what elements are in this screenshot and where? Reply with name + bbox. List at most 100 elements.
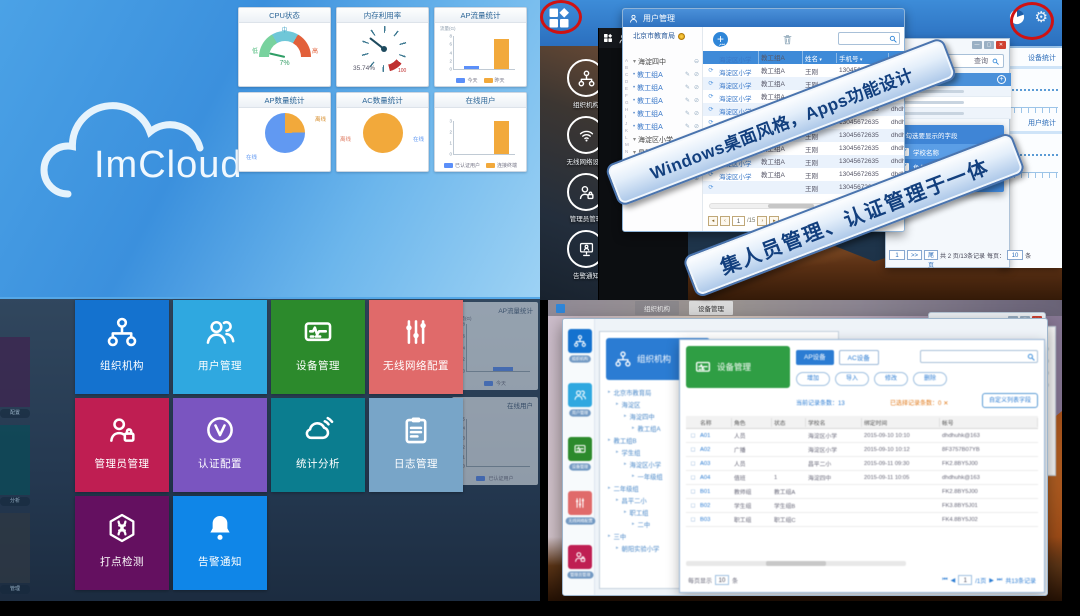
clear-icon[interactable]: ✕ <box>943 401 948 407</box>
toolbar-button[interactable]: 删除 <box>913 372 947 386</box>
next-page-button[interactable]: >> <box>907 250 922 260</box>
tile-bell[interactable]: 告警通知 <box>173 496 267 590</box>
last-page-button[interactable]: 尾页 <box>924 250 938 260</box>
table-row[interactable]: ◻A02广播海淀区小学2015-09-10 10:128F3757B07YB <box>686 443 1038 457</box>
row-checkbox[interactable]: ◻ <box>686 433 698 439</box>
table-row[interactable]: ◻A01人员海淀区小学2015-09-10 10:10dhdhuhk@163 <box>686 429 1038 443</box>
table-cell: 2015-09-10 10:10 <box>862 433 940 439</box>
toolbar-button[interactable]: 修改 <box>874 372 908 386</box>
panel-header-device[interactable]: 设备管理 <box>686 346 790 388</box>
tree-node[interactable]: •教工组A✎⊘ <box>633 68 702 81</box>
sidebar-item-device[interactable]: 设备管理 <box>566 437 594 471</box>
search-input[interactable] <box>838 32 900 45</box>
expander-icon[interactable]: ▾ <box>633 136 636 143</box>
row-icon[interactable]: ⟳ <box>703 67 717 74</box>
tile-cloudsignal[interactable]: 统计分析 <box>271 398 365 492</box>
sidebar-item-users[interactable]: 用户管理 <box>566 383 594 417</box>
column-header[interactable]: 名称 <box>698 418 732 427</box>
customize-columns-button[interactable]: 自定义列表字段 <box>982 393 1038 408</box>
search-icon[interactable] <box>991 57 1000 66</box>
tree-root[interactable]: 北京市教育局 <box>623 27 702 44</box>
first-page-button[interactable]: ◂ <box>708 216 718 226</box>
tile-device[interactable]: 设备管理 <box>271 300 365 394</box>
minimize-button[interactable]: — <box>972 41 982 49</box>
row-checkbox[interactable]: ◻ <box>686 489 698 495</box>
column-header[interactable]: 帐号 <box>940 418 1038 427</box>
per-page-control: 每页显示 10 条 <box>688 575 738 585</box>
tile-admin[interactable]: 管理员管理 <box>75 398 169 492</box>
close-button[interactable]: ✕ <box>996 41 1006 49</box>
edit-icon[interactable]: ✎ <box>685 110 690 117</box>
table-row[interactable]: ◻B02学生组学生组BFK3.8BY5J01 <box>686 499 1038 513</box>
column-header[interactable]: 绑定时间 <box>862 418 940 427</box>
add-column-icon[interactable]: + <box>997 75 1006 84</box>
wifi-icon <box>577 126 596 145</box>
table-cell: FK2.8BY5J00 <box>940 489 1038 495</box>
org-icon <box>105 315 139 349</box>
tile-dna[interactable]: 打点检测 <box>75 496 169 590</box>
maximize-button[interactable]: ▢ <box>984 41 994 49</box>
edit-icon[interactable]: ✎ <box>685 123 690 130</box>
sidebar-label: 组织机构 <box>569 355 591 362</box>
row-icon[interactable]: ⟳ <box>703 80 717 87</box>
toolbar-button[interactable]: 导入 <box>835 372 869 386</box>
sidebar-item-org[interactable]: 组织机构 <box>566 329 594 363</box>
column-header[interactable]: 学校名 <box>806 418 862 427</box>
tile-users[interactable]: 用户管理 <box>173 300 267 394</box>
disable-icon[interactable]: ⊘ <box>694 71 699 78</box>
column-header[interactable]: 姓名 <box>803 53 837 63</box>
edit-icon[interactable]: ✎ <box>685 71 690 78</box>
toggle-icon[interactable]: ⊖ <box>694 58 699 65</box>
table-row[interactable]: ◻B01教师组教工组AFK2.8BY5J00 <box>686 485 1038 499</box>
tile-vcircle[interactable]: 认证配置 <box>173 398 267 492</box>
column-header[interactable]: 角色 <box>732 418 772 427</box>
tab-ac-device[interactable]: AC设备 <box>839 350 879 365</box>
next-page-button[interactable]: ▶ <box>989 577 994 584</box>
table-row[interactable]: ◻A03人员昌平二小2015-09-11 09:30FK2.8BY5J00 <box>686 457 1038 471</box>
disable-icon[interactable]: ⊘ <box>694 110 699 117</box>
bullet-icon: • <box>633 85 635 91</box>
horizontal-scrollbar[interactable] <box>686 561 906 566</box>
tab-device[interactable]: 设备管理 <box>689 301 733 315</box>
expander-icon[interactable]: ▾ <box>633 58 636 65</box>
search-input[interactable] <box>920 350 1038 363</box>
column-header[interactable]: 状态 <box>772 418 806 427</box>
row-icon[interactable]: ⟳ <box>703 93 717 100</box>
edit-icon[interactable]: ✎ <box>685 97 690 104</box>
page-input[interactable]: 1 <box>732 216 745 226</box>
row-icon[interactable]: ⟳ <box>703 106 717 113</box>
prev-page-button[interactable]: ‹ <box>720 216 730 226</box>
prev-page-button[interactable]: ◀ <box>951 577 956 584</box>
page-input[interactable]: 1 <box>958 575 972 585</box>
toolbar-button[interactable]: 增加 <box>796 372 830 386</box>
tree-node[interactable]: •教工组A✎⊘ <box>633 107 702 120</box>
first-page-button[interactable]: ⏮ <box>942 577 947 584</box>
row-checkbox[interactable]: ◻ <box>686 447 698 453</box>
per-page-input[interactable]: 10 <box>1007 250 1023 260</box>
disable-icon[interactable]: ⊘ <box>694 84 699 91</box>
tab-organization[interactable]: 组织机构 <box>635 301 679 315</box>
tile-clipboard[interactable]: 日志管理 <box>369 398 463 492</box>
row-checkbox[interactable]: ◻ <box>686 461 698 467</box>
last-page-button[interactable]: ⏭ <box>997 577 1002 584</box>
tree-node[interactable]: ▾海淀四中⊖ <box>633 55 702 68</box>
per-page-input[interactable]: 10 <box>715 575 729 585</box>
row-checkbox[interactable]: ◻ <box>686 517 698 523</box>
row-checkbox[interactable]: ◻ <box>686 475 698 481</box>
page-input[interactable]: 1 <box>889 250 905 260</box>
table-cell: 13045672635 <box>837 132 889 139</box>
row-icon[interactable]: ⟳ <box>703 184 717 191</box>
table-row[interactable]: ◻A04值班1海淀四中2015-09-11 10:05dhdhuhk@163 <box>686 471 1038 485</box>
tree-node[interactable]: •教工组A✎⊘ <box>633 120 702 133</box>
sidebar-item-admin[interactable]: 管理员管理 <box>566 545 594 579</box>
sidebar-item-sliders[interactable]: 无线网络配置 <box>566 491 594 525</box>
tree-node[interactable]: •教工组A✎⊘ <box>633 81 702 94</box>
tab-ap-device[interactable]: AP设备 <box>796 350 834 365</box>
tile-org[interactable]: 组织机构 <box>75 300 169 394</box>
row-checkbox[interactable]: ◻ <box>686 503 698 509</box>
disable-icon[interactable]: ⊘ <box>694 97 699 104</box>
tree-node[interactable]: •教工组A✎⊘ <box>633 94 702 107</box>
tile-sliders[interactable]: 无线网络配置 <box>369 300 463 394</box>
edit-icon[interactable]: ✎ <box>685 84 690 91</box>
table-row[interactable]: ◻B03职工组职工组CFK4.8BY5J02 <box>686 513 1038 527</box>
